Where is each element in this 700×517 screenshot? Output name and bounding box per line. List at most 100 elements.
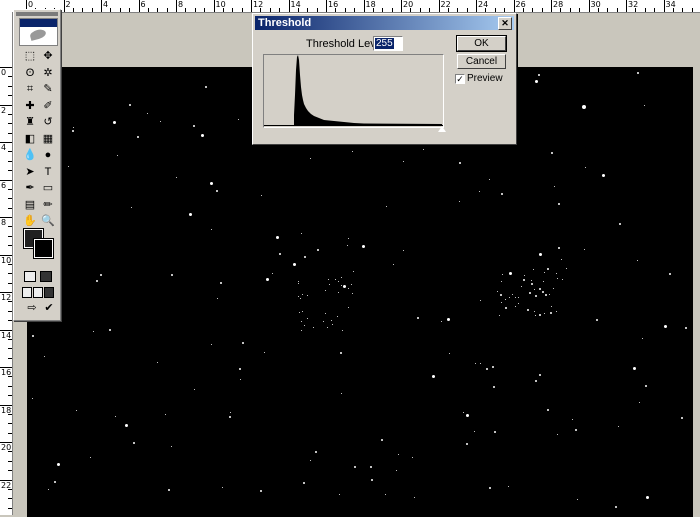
standard-mode-icon[interactable] — [24, 271, 36, 282]
star-point — [221, 486, 223, 488]
threshold-slider-handle[interactable] — [438, 126, 446, 132]
star-point — [449, 352, 451, 354]
star-point — [116, 154, 118, 156]
brush-icon[interactable]: ✐ — [40, 98, 56, 114]
star-point — [241, 342, 244, 345]
photoshop-logo[interactable] — [19, 18, 58, 46]
vertical-ruler[interactable]: 0 2 4 6 8 10 12 14 16 18 20 22 — [0, 12, 13, 515]
star-point — [465, 442, 468, 445]
star-point — [205, 85, 208, 88]
star-point — [302, 311, 304, 313]
star-point — [504, 306, 507, 309]
star-point — [539, 288, 542, 291]
toolbox-title-strip[interactable] — [16, 12, 58, 16]
close-button[interactable]: ✕ — [498, 17, 512, 30]
clone-stamp-icon[interactable]: ♜ — [22, 114, 38, 130]
star-point — [369, 465, 372, 468]
shape-icon[interactable]: ▭ — [40, 180, 56, 196]
star-point — [554, 185, 556, 187]
star-point — [71, 129, 74, 132]
star-point — [485, 367, 488, 370]
star-point — [56, 462, 60, 466]
star-point — [538, 314, 541, 317]
star-point — [348, 237, 350, 239]
star-point — [175, 176, 177, 178]
star-point — [113, 120, 117, 124]
quick-mask-icon[interactable] — [40, 271, 52, 282]
star-point — [260, 490, 263, 493]
zoom-icon[interactable]: 🔍 — [40, 213, 56, 229]
slice-icon[interactable]: ✎ — [40, 81, 56, 97]
ruler-label: 20 — [403, 0, 414, 9]
star-point — [644, 385, 647, 388]
star-point — [500, 193, 503, 196]
cancel-button[interactable]: Cancel — [457, 54, 506, 69]
star-point — [639, 402, 641, 404]
dodge-icon[interactable]: ● — [40, 147, 56, 163]
crop-icon[interactable]: ⌗ — [22, 81, 38, 97]
horizontal-ruler[interactable]: 0 2 4 6 8 10 12 14 16 18 20 22 24 26 28 30 32 34 — [0, 0, 700, 13]
star-point — [431, 374, 435, 378]
star-point — [395, 470, 397, 472]
star-point — [534, 295, 537, 298]
star-point — [341, 393, 343, 395]
marquee-icon[interactable]: ⬚ — [22, 48, 38, 64]
move-icon[interactable]: ✥ — [40, 48, 56, 64]
gradient-icon[interactable]: ▦ — [40, 131, 56, 147]
star-point — [685, 327, 688, 330]
star-point — [548, 294, 550, 296]
blur-icon[interactable]: 💧 — [22, 147, 38, 163]
star-point — [514, 306, 516, 308]
star-point — [209, 181, 213, 185]
threshold-level-input[interactable]: 255 — [373, 36, 403, 51]
dialog-titlebar[interactable]: Threshold ✕ — [255, 16, 514, 30]
screen-mode-standard-icon[interactable] — [22, 287, 32, 298]
star-point — [297, 283, 299, 285]
star-point — [534, 315, 536, 317]
star-point — [574, 429, 577, 432]
pen-icon[interactable]: ✒ — [22, 180, 38, 196]
threshold-dialog: Threshold ✕ Threshold Level: 255 OK Canc… — [252, 13, 517, 145]
ok-button[interactable]: OK — [457, 36, 506, 51]
star-point — [541, 291, 544, 294]
checkmark-icon[interactable]: ✔ — [41, 300, 57, 316]
ruler-label: 32 — [628, 0, 639, 9]
star-point — [189, 212, 193, 216]
star-point — [508, 485, 510, 487]
preview-checkbox[interactable]: ✓ — [455, 74, 465, 84]
eraser-icon[interactable]: ◧ — [22, 131, 38, 147]
eyedropper-icon[interactable]: ✏ — [40, 197, 56, 213]
star-point — [193, 125, 196, 128]
star-point — [576, 499, 578, 501]
star-point — [497, 290, 499, 292]
ruler-tick — [63, 0, 65, 12]
star-point — [465, 414, 469, 418]
screen-mode-full-icon[interactable] — [44, 287, 54, 298]
history-brush-icon[interactable]: ↺ — [40, 114, 56, 130]
star-point — [537, 74, 540, 77]
jump-to-imageready-icon[interactable]: ⇨ — [24, 300, 40, 316]
star-point — [89, 456, 91, 458]
star-point — [602, 174, 605, 177]
ruler-tick — [513, 0, 515, 12]
notes-icon[interactable]: ▤ — [22, 197, 38, 213]
path-select-icon[interactable]: ➤ — [22, 164, 38, 180]
star-point — [614, 506, 617, 509]
star-point — [340, 277, 342, 279]
star-point — [618, 222, 621, 225]
type-icon[interactable]: T — [40, 164, 56, 180]
lasso-icon[interactable]: ʘ — [22, 65, 38, 81]
star-point — [493, 385, 496, 388]
star-point — [479, 362, 481, 364]
ruler-tick — [251, 0, 252, 12]
healing-brush-icon[interactable]: ✚ — [22, 98, 38, 114]
background-color-swatch[interactable] — [33, 238, 54, 259]
screen-mode-full-menu-icon[interactable] — [33, 287, 43, 298]
star-point — [501, 280, 503, 282]
star-point — [538, 373, 541, 376]
star-point — [31, 398, 33, 400]
star-point — [550, 311, 553, 314]
magic-wand-icon[interactable]: ✲ — [40, 65, 56, 81]
star-point — [156, 361, 158, 363]
hand-icon[interactable]: ✋ — [22, 213, 38, 229]
